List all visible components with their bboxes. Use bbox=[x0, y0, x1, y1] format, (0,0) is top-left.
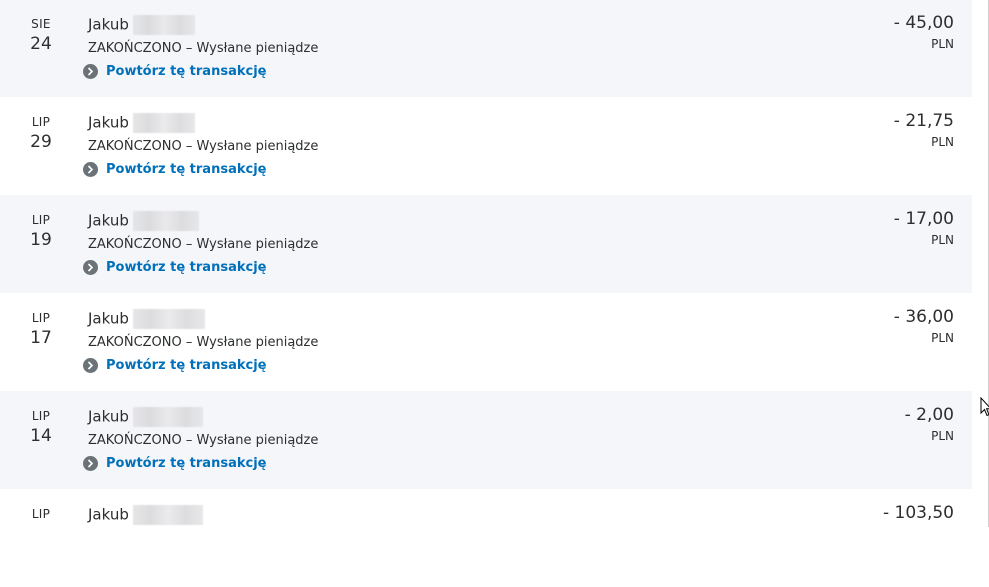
recipient-name[interactable]: Jakub bbox=[88, 211, 199, 231]
recipient-name[interactable]: Jakub bbox=[88, 309, 205, 329]
transaction-currency: PLN bbox=[931, 429, 954, 443]
transaction-date: LIP 19 bbox=[14, 213, 68, 250]
transaction-date: LIP 14 bbox=[14, 409, 68, 446]
transaction-date: LIP bbox=[14, 507, 68, 524]
transaction-amount: - 2,00 bbox=[904, 405, 954, 425]
transaction-status: ZAKOŃCZONO – Wysłane pieniądze bbox=[88, 335, 319, 350]
redacted-surname bbox=[132, 407, 203, 427]
date-day: 29 bbox=[30, 132, 52, 152]
date-month: SIE bbox=[31, 17, 51, 31]
date-month: LIP bbox=[31, 409, 51, 423]
transaction-row[interactable]: LIP 29 Jakub ZAKOŃCZONO – Wysłane pienią… bbox=[0, 97, 972, 195]
scrollbar-track[interactable] bbox=[972, 0, 989, 527]
recipient-first-name: Jakub bbox=[88, 407, 129, 426]
date-month: LIP bbox=[31, 311, 51, 325]
date-day: 14 bbox=[30, 426, 52, 446]
redacted-surname bbox=[132, 113, 195, 133]
transaction-amount: - 17,00 bbox=[893, 209, 954, 229]
date-day: 17 bbox=[30, 328, 52, 348]
repeat-transaction-link[interactable]: Powtórz tę transakcję bbox=[83, 162, 266, 177]
transaction-status: ZAKOŃCZONO – Wysłane pieniądze bbox=[88, 41, 319, 56]
repeat-transaction-link[interactable]: Powtórz tę transakcję bbox=[83, 358, 266, 373]
transaction-status: ZAKOŃCZONO – Wysłane pieniądze bbox=[88, 139, 319, 154]
transaction-row[interactable]: SIE 24 Jakub ZAKOŃCZONO – Wysłane pienią… bbox=[0, 0, 972, 97]
repeat-transaction-label: Powtórz tę transakcję bbox=[106, 162, 267, 177]
chevron-right-circle-icon bbox=[83, 64, 98, 79]
activity-list: SIE 24 Jakub ZAKOŃCZONO – Wysłane pienią… bbox=[0, 0, 972, 587]
repeat-transaction-label: Powtórz tę transakcję bbox=[106, 456, 267, 471]
transaction-currency: PLN bbox=[931, 331, 954, 345]
recipient-first-name: Jakub bbox=[88, 309, 129, 328]
transaction-row[interactable]: LIP Jakub - 103,50 bbox=[0, 489, 972, 587]
transaction-date: SIE 24 bbox=[14, 17, 68, 54]
date-month: LIP bbox=[31, 507, 51, 521]
recipient-first-name: Jakub bbox=[88, 211, 129, 230]
repeat-transaction-link[interactable]: Powtórz tę transakcję bbox=[83, 260, 266, 275]
mouse-cursor-icon bbox=[980, 396, 989, 421]
recipient-first-name: Jakub bbox=[88, 113, 129, 132]
redacted-surname bbox=[132, 505, 203, 525]
transaction-amount: - 103,50 bbox=[882, 503, 954, 523]
transaction-row[interactable]: LIP 17 Jakub ZAKOŃCZONO – Wysłane pienią… bbox=[0, 293, 972, 391]
chevron-right-circle-icon bbox=[83, 162, 98, 177]
transaction-amount: - 21,75 bbox=[893, 111, 954, 131]
recipient-name[interactable]: Jakub bbox=[88, 407, 203, 427]
recipient-name[interactable]: Jakub bbox=[88, 113, 195, 133]
transaction-status: ZAKOŃCZONO – Wysłane pieniądze bbox=[88, 433, 319, 448]
recipient-name[interactable]: Jakub bbox=[88, 15, 195, 35]
repeat-transaction-label: Powtórz tę transakcję bbox=[106, 260, 267, 275]
transaction-amount: - 45,00 bbox=[893, 13, 954, 33]
date-day: 19 bbox=[30, 230, 52, 250]
transaction-date: LIP 29 bbox=[14, 115, 68, 152]
transaction-date: LIP 17 bbox=[14, 311, 68, 348]
chevron-right-circle-icon bbox=[83, 358, 98, 373]
date-month: LIP bbox=[31, 115, 51, 129]
recipient-name[interactable]: Jakub bbox=[88, 505, 203, 525]
transaction-status: ZAKOŃCZONO – Wysłane pieniądze bbox=[88, 237, 319, 252]
chevron-right-circle-icon bbox=[83, 456, 98, 471]
redacted-surname bbox=[132, 309, 205, 329]
transaction-currency: PLN bbox=[931, 37, 954, 51]
transaction-amount: - 36,00 bbox=[893, 307, 954, 327]
repeat-transaction-label: Powtórz tę transakcję bbox=[106, 64, 267, 79]
transaction-row[interactable]: LIP 14 Jakub ZAKOŃCZONO – Wysłane pienią… bbox=[0, 391, 972, 489]
recipient-first-name: Jakub bbox=[88, 505, 129, 524]
date-month: LIP bbox=[31, 213, 51, 227]
redacted-surname bbox=[132, 211, 199, 231]
redacted-surname bbox=[132, 15, 195, 35]
repeat-transaction-label: Powtórz tę transakcję bbox=[106, 358, 267, 373]
repeat-transaction-link[interactable]: Powtórz tę transakcję bbox=[83, 456, 266, 471]
repeat-transaction-link[interactable]: Powtórz tę transakcję bbox=[83, 64, 266, 79]
transaction-row[interactable]: LIP 19 Jakub ZAKOŃCZONO – Wysłane pienią… bbox=[0, 195, 972, 293]
transaction-currency: PLN bbox=[931, 233, 954, 247]
transaction-currency: PLN bbox=[931, 135, 954, 149]
recipient-first-name: Jakub bbox=[88, 15, 129, 34]
chevron-right-circle-icon bbox=[83, 260, 98, 275]
date-day: 24 bbox=[30, 34, 52, 54]
